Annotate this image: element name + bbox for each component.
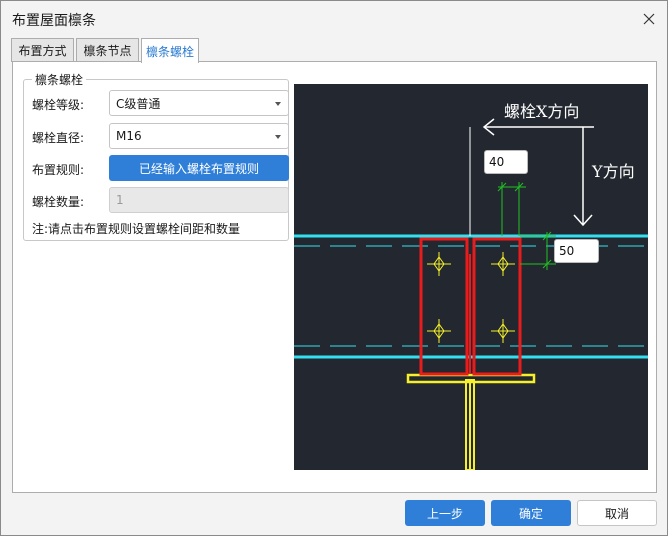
tab-panel: 檩条螺栓 螺栓等级: C级普通 螺栓直径: M16 布置规则: 已经输入螺栓布置… — [12, 61, 657, 493]
tab-layout-mode[interactable]: 布置方式 — [11, 38, 74, 62]
bolt-mark — [491, 252, 515, 276]
bolt-diameter-value: M16 — [116, 129, 142, 143]
bolt-mark — [491, 319, 515, 343]
dimension-side — [520, 231, 556, 270]
prev-button[interactable]: 上一步 — [405, 500, 485, 526]
chevron-down-icon — [275, 102, 281, 106]
close-icon — [643, 13, 655, 25]
bolt-grade-select[interactable]: C级普通 — [109, 90, 289, 116]
group-title: 檩条螺栓 — [32, 71, 87, 88]
close-button[interactable] — [637, 7, 661, 31]
tab-purlin-bolt[interactable]: 檩条螺栓 — [141, 38, 199, 63]
dimension-top-input[interactable]: 40 — [484, 150, 528, 174]
layout-rule-button[interactable]: 已经输入螺栓布置规则 — [109, 155, 289, 181]
bolt-count-label: 螺栓数量: — [32, 195, 85, 209]
ok-button[interactable]: 确定 — [491, 500, 571, 526]
connection-plate-right — [472, 237, 522, 376]
bolt-grade-value: C级普通 — [116, 96, 161, 111]
connection-plate-left — [419, 237, 469, 376]
bolt-grade-label: 螺栓等级: — [32, 98, 85, 112]
cancel-button[interactable]: 取消 — [577, 500, 657, 526]
chevron-down-icon — [275, 135, 281, 139]
bolt-diameter-select[interactable]: M16 — [109, 123, 289, 149]
bolt-count-input: 1 — [109, 187, 289, 213]
y-direction-label: Y方向 — [592, 162, 635, 181]
beam-flange — [406, 373, 536, 384]
bolt-mark — [427, 252, 451, 276]
dimension-top — [497, 182, 526, 236]
tab-purlin-node[interactable]: 檩条节点 — [76, 38, 139, 62]
x-direction-label: 螺栓X方向 — [504, 102, 580, 121]
x-direction-arrow — [469, 118, 594, 236]
bolt-mark — [427, 319, 451, 343]
layout-rule-label: 布置规则: — [32, 163, 85, 177]
preview-drawing — [294, 118, 648, 470]
bolt-diameter-label: 螺栓直径: — [32, 131, 85, 145]
dialog-window: 布置屋面檩条 布置方式 檩条节点 檩条螺栓 檩条螺栓 螺栓等级: C级普通 螺栓… — [0, 0, 668, 536]
dimension-side-input[interactable]: 50 — [554, 239, 599, 263]
preview-canvas: 螺栓X方向 Y方向 40 50 — [294, 84, 648, 470]
hint-note: 注:请点击布置规则设置螺栓间距和数量 — [32, 222, 241, 236]
dialog-title: 布置屋面檩条 — [12, 13, 96, 29]
bolt-settings-group: 檩条螺栓 螺栓等级: C级普通 螺栓直径: M16 布置规则: 已经输入螺栓布置… — [23, 71, 289, 241]
y-direction-arrow — [573, 127, 593, 227]
